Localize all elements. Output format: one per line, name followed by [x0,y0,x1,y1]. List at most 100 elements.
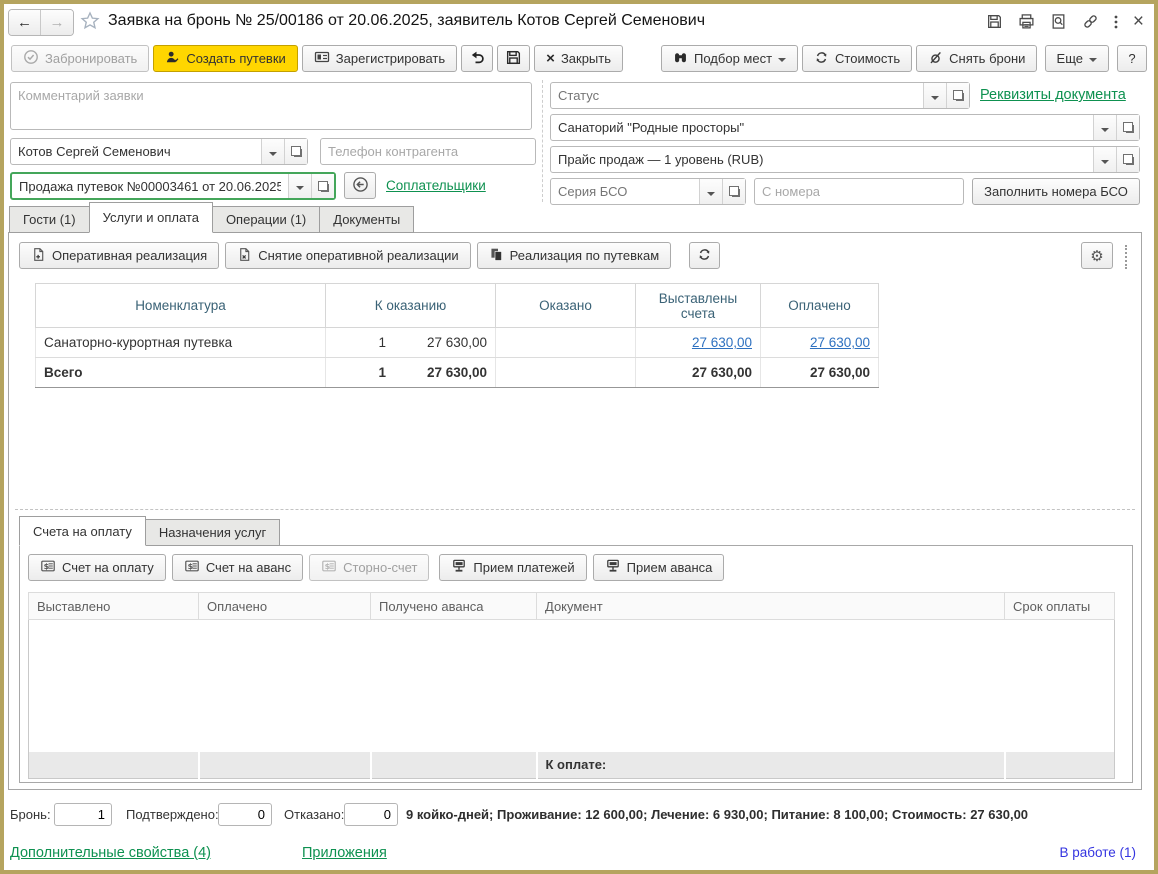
seat-selection-button[interactable]: Подбор мест [661,45,798,72]
cell-provided [496,328,636,358]
accept-advance-button[interactable]: Прием аванса [593,554,725,581]
confirmed-count-input[interactable] [218,803,272,826]
request-form: Соплательщики Реквизиты документа Заполн… [4,76,1154,204]
forward-button[interactable]: → [41,10,73,35]
payments-tabbar: Счета на оплату Назначения услуг [19,516,279,546]
unbook-button[interactable]: Снять брони [916,45,1037,72]
price-dropdown-button[interactable] [1093,147,1116,172]
cancel-operative-realization-button[interactable]: Снятие оперативной реализации [225,242,470,269]
operative-realization-button[interactable]: Оперативная реализация [19,242,219,269]
save-icon[interactable] [986,13,1003,30]
attachments-link[interactable]: Приложения [302,845,387,861]
status-dropdown-button[interactable] [923,83,946,108]
price-input[interactable] [551,147,1093,172]
create-vouchers-button[interactable]: Создать путевки [153,45,297,72]
settings-gear-button[interactable]: ⚙ [1081,242,1113,269]
col-advance-received[interactable]: Получено аванса [371,593,537,620]
close-icon[interactable]: × [1133,14,1144,30]
bso-series-dropdown-button[interactable] [699,179,722,204]
back-button[interactable]: ← [9,10,41,35]
col-provided[interactable]: Оказано [496,284,636,328]
status-open-button[interactable] [946,83,969,108]
sanatorium-input[interactable] [551,115,1093,140]
sale-document-dropdown-button[interactable] [288,174,311,198]
storno-invoice-button[interactable]: $ Сторно-счет [309,554,429,581]
tab-service-assignments[interactable]: Назначения услуг [145,519,280,546]
caret-down-icon [707,192,715,200]
cell-invoiced: 27 630,00 [636,328,761,358]
link-icon[interactable] [1082,13,1099,30]
help-button[interactable]: ? [1117,45,1147,72]
bron-count-input[interactable] [54,803,112,826]
invoices-table: Выставлено Оплачено Получено аванса Доку… [28,592,1115,779]
advance-invoice-button[interactable]: $ Счет на аванс [172,554,303,581]
cost-button[interactable]: Стоимость [802,45,912,72]
title-bar-actions: × [986,13,1144,30]
client-open-button[interactable] [284,139,307,164]
back-circle-button[interactable] [344,172,376,199]
col-document[interactable]: Документ [537,593,1005,620]
confirmed-label: Подтверждено: [126,807,219,822]
total-paid: 27 630,00 [761,358,879,388]
client-input[interactable] [11,139,261,164]
copayers-link[interactable]: Соплательщики [386,178,486,193]
total-provided [496,358,636,388]
undo-button[interactable] [461,45,493,72]
status-input[interactable] [551,83,923,108]
invoiced-amount-link[interactable]: 27 630,00 [692,335,752,350]
preview-icon[interactable] [1050,13,1067,30]
refresh-button[interactable] [689,242,720,269]
col-paid[interactable]: Оплачено [761,284,879,328]
sanatorium-open-button[interactable] [1116,115,1139,140]
realization-by-vouchers-button[interactable]: Реализация по путевкам [477,242,671,269]
totals-summary: 9 койко-дней; Проживание: 12 600,00; Леч… [406,807,1028,822]
save-record-button[interactable] [497,45,530,72]
sanatorium-dropdown-button[interactable] [1093,115,1116,140]
col-due-date[interactable]: Срок оплаты [1005,593,1115,620]
sale-document-input[interactable] [12,174,288,198]
register-button[interactable]: Зарегистрировать [302,45,457,72]
in-work-link[interactable]: В работе (1) [1059,845,1136,860]
document-plus-icon [31,247,46,265]
tab-invoices[interactable]: Счета на оплату [19,516,146,546]
close-button[interactable]: × Закрыть [534,45,623,72]
tab-operations[interactable]: Операции (1) [212,206,320,233]
refresh-icon [814,50,829,68]
bso-series-input[interactable] [551,179,699,204]
client-combo [10,138,308,165]
client-dropdown-button[interactable] [261,139,284,164]
more-menu-icon[interactable] [1114,14,1118,30]
print-icon[interactable] [1018,13,1035,30]
from-number-input[interactable] [754,178,964,205]
book-button[interactable]: Забронировать [11,45,149,72]
sale-document-open-button[interactable] [311,174,334,198]
col-paid[interactable]: Оплачено [199,593,371,620]
form-column-divider [542,80,543,202]
col-invoiced[interactable]: Выставлены счета [636,284,761,328]
splitter-handle[interactable] [1125,245,1127,269]
tab-guests[interactable]: Гости (1) [9,206,90,233]
services-table-row[interactable]: Санаторно-курортная путевка 1 27 630,00 … [36,328,879,358]
more-button[interactable]: Еще [1045,45,1109,72]
additional-properties-link[interactable]: Дополнительные свойства (4) [10,845,211,861]
tab-services-payment[interactable]: Услуги и оплата [89,202,213,233]
phone-input[interactable] [320,138,536,165]
rejected-count-input[interactable] [344,803,398,826]
invoices-table-empty-body[interactable] [29,620,1115,752]
price-open-button[interactable] [1116,147,1139,172]
accept-payments-button[interactable]: Прием платежей [439,554,586,581]
bso-series-open-button[interactable] [722,179,745,204]
dropdown-caret-icon [1089,58,1097,66]
fill-bso-numbers-button[interactable]: Заполнить номера БСО [972,178,1140,205]
document-requisites-link[interactable]: Реквизиты документа [980,87,1126,103]
nav-history-group: ← → [8,9,74,36]
comment-input[interactable] [10,82,532,130]
favorite-star-icon[interactable] [80,11,100,34]
col-to-provide[interactable]: К оказанию [326,284,496,328]
col-issued[interactable]: Выставлено [29,593,199,620]
tab-documents[interactable]: Документы [319,206,414,233]
col-nomenclature[interactable]: Номенклатура [36,284,326,328]
paid-amount-link[interactable]: 27 630,00 [810,335,870,350]
to-pay-label: К оплате: [546,757,607,772]
invoice-button[interactable]: $ Счет на оплату [28,554,166,581]
